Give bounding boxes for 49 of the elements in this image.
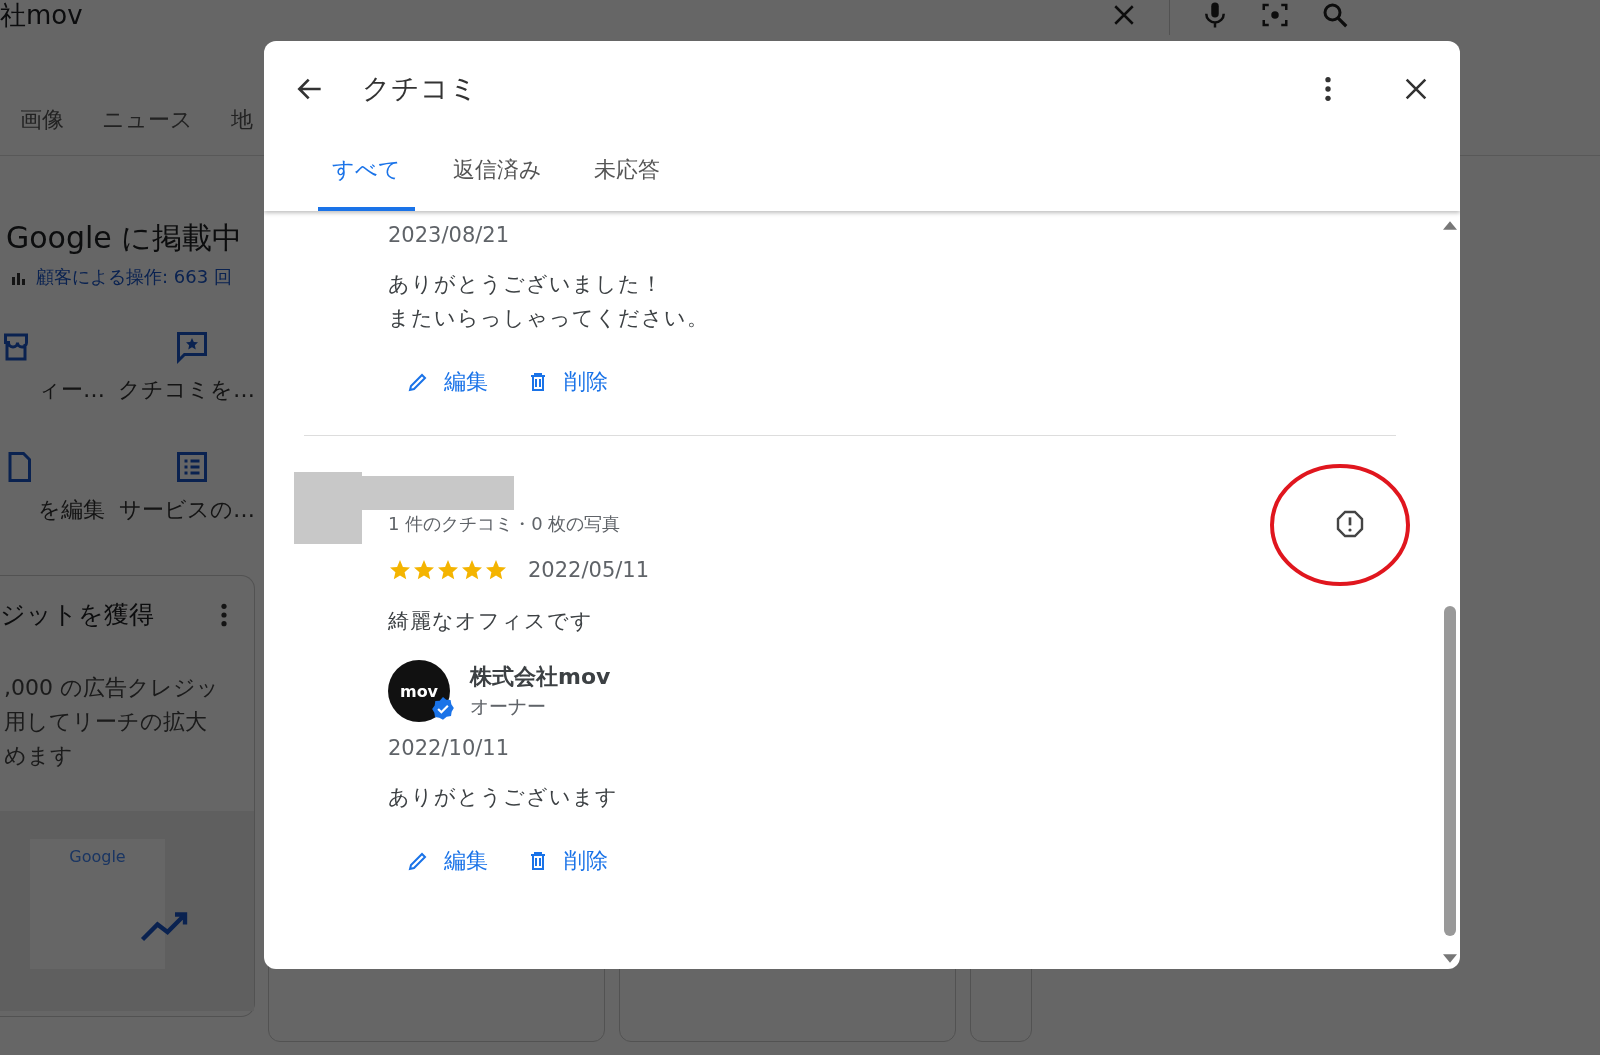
list-icon [174, 449, 210, 485]
search-tab[interactable]: ニュース [102, 105, 193, 135]
reply-date: 2023/08/21 [388, 222, 511, 249]
star-icon [436, 558, 460, 582]
reply-text: ありがとうございます [388, 784, 619, 811]
search-tab[interactable]: 地 [231, 105, 253, 135]
action-tile[interactable]: ィー… [0, 329, 105, 405]
trend-icon [140, 911, 190, 943]
dialog-title: クチコミ [362, 71, 478, 107]
logo-text: Google [69, 847, 126, 867]
owner-role: オーナー [470, 694, 547, 719]
star-icon [484, 558, 508, 582]
filter-tab[interactable]: 返信済み [439, 147, 556, 211]
action-tile[interactable]: サービスの… [105, 449, 255, 525]
star-icon [460, 558, 484, 582]
promo-title: ジットを獲得 [0, 599, 154, 631]
more-icon[interactable] [1324, 75, 1332, 103]
action-label: クチコミを… [118, 376, 255, 404]
reviewer-stats: 1 件のクチコミ・0 枚の写真 [388, 512, 621, 536]
panel-title: Google に掲載中 [5, 219, 244, 257]
review-icon [174, 329, 210, 365]
scroll-down-icon[interactable] [1443, 954, 1457, 963]
review-date: 2022/05/11 [528, 558, 650, 582]
reply-text: ありがとうございました！ またいらっしゃってください。 [388, 271, 710, 332]
scroll-up-icon[interactable] [1443, 221, 1457, 230]
action-tile[interactable]: クチコミを… [105, 329, 255, 405]
star-icon [388, 558, 412, 582]
scrollbar-thumb[interactable] [1444, 606, 1456, 936]
star-icon [412, 558, 436, 582]
redacted-avatar [294, 472, 362, 544]
search-query[interactable]: 社mov [0, 0, 83, 33]
edit-button[interactable]: 編集 [402, 363, 492, 401]
action-label: サービスの… [119, 496, 255, 524]
action-tile[interactable]: を編集 [0, 449, 105, 525]
stat-link[interactable]: 顧客による操作: 663 回 [36, 265, 232, 289]
action-label: を編集 [38, 496, 105, 524]
delete-button[interactable]: 削除 [522, 842, 612, 880]
action-label: ィー… [38, 376, 105, 404]
review-text: 綺麗なオフィスです [388, 608, 594, 635]
owner-name: 株式会社mov [470, 663, 611, 691]
verified-icon [430, 696, 456, 722]
report-icon[interactable] [1334, 508, 1366, 540]
filter-tab[interactable]: すべて [318, 147, 415, 211]
search-tab[interactable]: 画像 [20, 105, 64, 135]
reply-date: 2022/10/11 [388, 735, 511, 762]
filter-tab[interactable]: 未応答 [580, 147, 674, 211]
promo-text: ,000 の広告クレジッ 用してリーチの拡大 めます [3, 674, 220, 770]
edit-button[interactable]: 編集 [402, 842, 492, 880]
delete-button[interactable]: 削除 [522, 363, 612, 401]
